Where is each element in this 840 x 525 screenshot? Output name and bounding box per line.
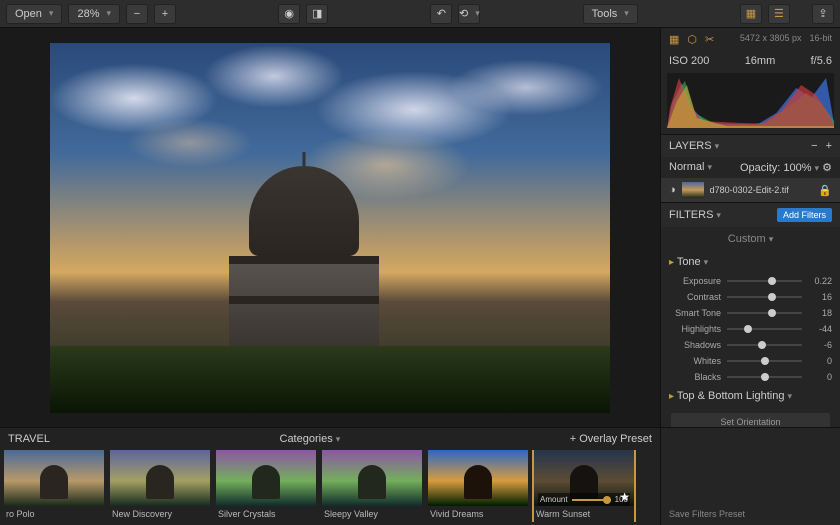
tblight-group-header[interactable]: ▸ Top & Bottom Lighting	[661, 385, 840, 407]
filters-title[interactable]: FILTERS	[669, 209, 721, 221]
filters-tab-icon[interactable]: ☰	[768, 4, 790, 24]
shadows-slider[interactable]: Shadows-6	[661, 337, 840, 353]
histogram-icon[interactable]: ▦	[669, 33, 679, 46]
gear-icon[interactable]: ⚙	[822, 162, 832, 174]
preset-item[interactable]: New Discovery	[110, 450, 210, 522]
preset-custom[interactable]: Custom	[661, 227, 840, 251]
favorite-icon[interactable]: ★	[619, 490, 630, 504]
preset-item[interactable]: Vivid Dreams	[428, 450, 528, 522]
categories-dropdown[interactable]: Categories	[280, 433, 341, 445]
layer-filename: d780-0302-Edit-2.tif	[710, 185, 813, 195]
preset-item-selected[interactable]: Amount100 ★ Warm Sunset	[534, 450, 634, 522]
zoom-out-button[interactable]: −	[126, 4, 148, 24]
crop-icon[interactable]: ✂	[705, 33, 714, 46]
preview-icon[interactable]: ◉	[278, 4, 300, 24]
tone-group-header[interactable]: ▸ Tone	[661, 251, 840, 273]
histogram	[667, 73, 834, 128]
highlights-slider[interactable]: Highlights-44	[661, 321, 840, 337]
filters-header: FILTERS Add Filters	[661, 202, 840, 227]
opacity-value[interactable]: 100%	[783, 162, 819, 174]
smart-tone-slider[interactable]: Smart Tone18	[661, 305, 840, 321]
right-sidebar: ▦ ⬡ ✂ 5472 x 3805 px 16-bit ISO 200 16mm…	[660, 28, 840, 427]
layers-header: LAYERS −+	[661, 134, 840, 157]
blacks-slider[interactable]: Blacks0	[661, 369, 840, 385]
aperture: f/5.6	[811, 55, 832, 67]
preset-item[interactable]: Sleepy Valley	[322, 450, 422, 522]
layer-item[interactable]: ◑ d780-0302-Edit-2.tif 🔒	[661, 178, 840, 202]
top-toolbar: Open 28% − + ◉ ◨ ↶ ⟲ Tools ▦ ☰ ⇪	[0, 0, 840, 28]
add-filters-button[interactable]: Add Filters	[777, 208, 832, 222]
preset-item[interactable]: Silver Crystals	[216, 450, 316, 522]
preset-item[interactable]: ro Polo	[4, 450, 104, 522]
save-filters-preset[interactable]: Save Filters Preset	[669, 509, 745, 519]
amount-slider[interactable]: Amount100	[538, 493, 630, 506]
collapse-icon[interactable]: −	[811, 140, 817, 152]
image-dimensions: 5472 x 3805 px	[740, 33, 802, 46]
export-button[interactable]: ⇪	[812, 4, 834, 24]
undo-button[interactable]: ↶	[430, 4, 452, 24]
layer-thumbnail	[682, 182, 704, 198]
presets-tab-icon[interactable]: ▦	[740, 4, 762, 24]
info-icon[interactable]: ⬡	[687, 33, 697, 46]
overlay-preset-button[interactable]: + Overlay Preset	[570, 433, 652, 445]
history-button[interactable]: ⟲	[458, 4, 480, 24]
set-orientation-button[interactable]: Set Orientation	[671, 413, 830, 427]
open-menu[interactable]: Open	[6, 4, 62, 24]
photo-preview	[50, 43, 610, 413]
preset-category: TRAVEL	[8, 433, 50, 445]
whites-slider[interactable]: Whites0	[661, 353, 840, 369]
iso-value: ISO 200	[669, 55, 709, 67]
focal-length: 16mm	[745, 55, 776, 67]
exposure-slider[interactable]: Exposure0.22	[661, 273, 840, 289]
layers-title[interactable]: LAYERS	[669, 140, 719, 152]
compare-icon[interactable]: ◨	[306, 4, 328, 24]
zoom-level[interactable]: 28%	[68, 4, 120, 24]
contrast-slider[interactable]: Contrast16	[661, 289, 840, 305]
bit-depth: 16-bit	[809, 33, 832, 46]
presets-panel: TRAVEL Categories + Overlay Preset ro Po…	[0, 428, 660, 525]
lock-icon[interactable]: 🔒	[818, 184, 832, 197]
blend-mode[interactable]: Normal	[669, 161, 712, 174]
add-layer-icon[interactable]: +	[826, 140, 832, 152]
tools-menu[interactable]: Tools	[583, 4, 638, 24]
zoom-in-button[interactable]: +	[154, 4, 176, 24]
canvas-area[interactable]	[0, 28, 660, 427]
visibility-icon[interactable]: ◑	[669, 184, 676, 196]
